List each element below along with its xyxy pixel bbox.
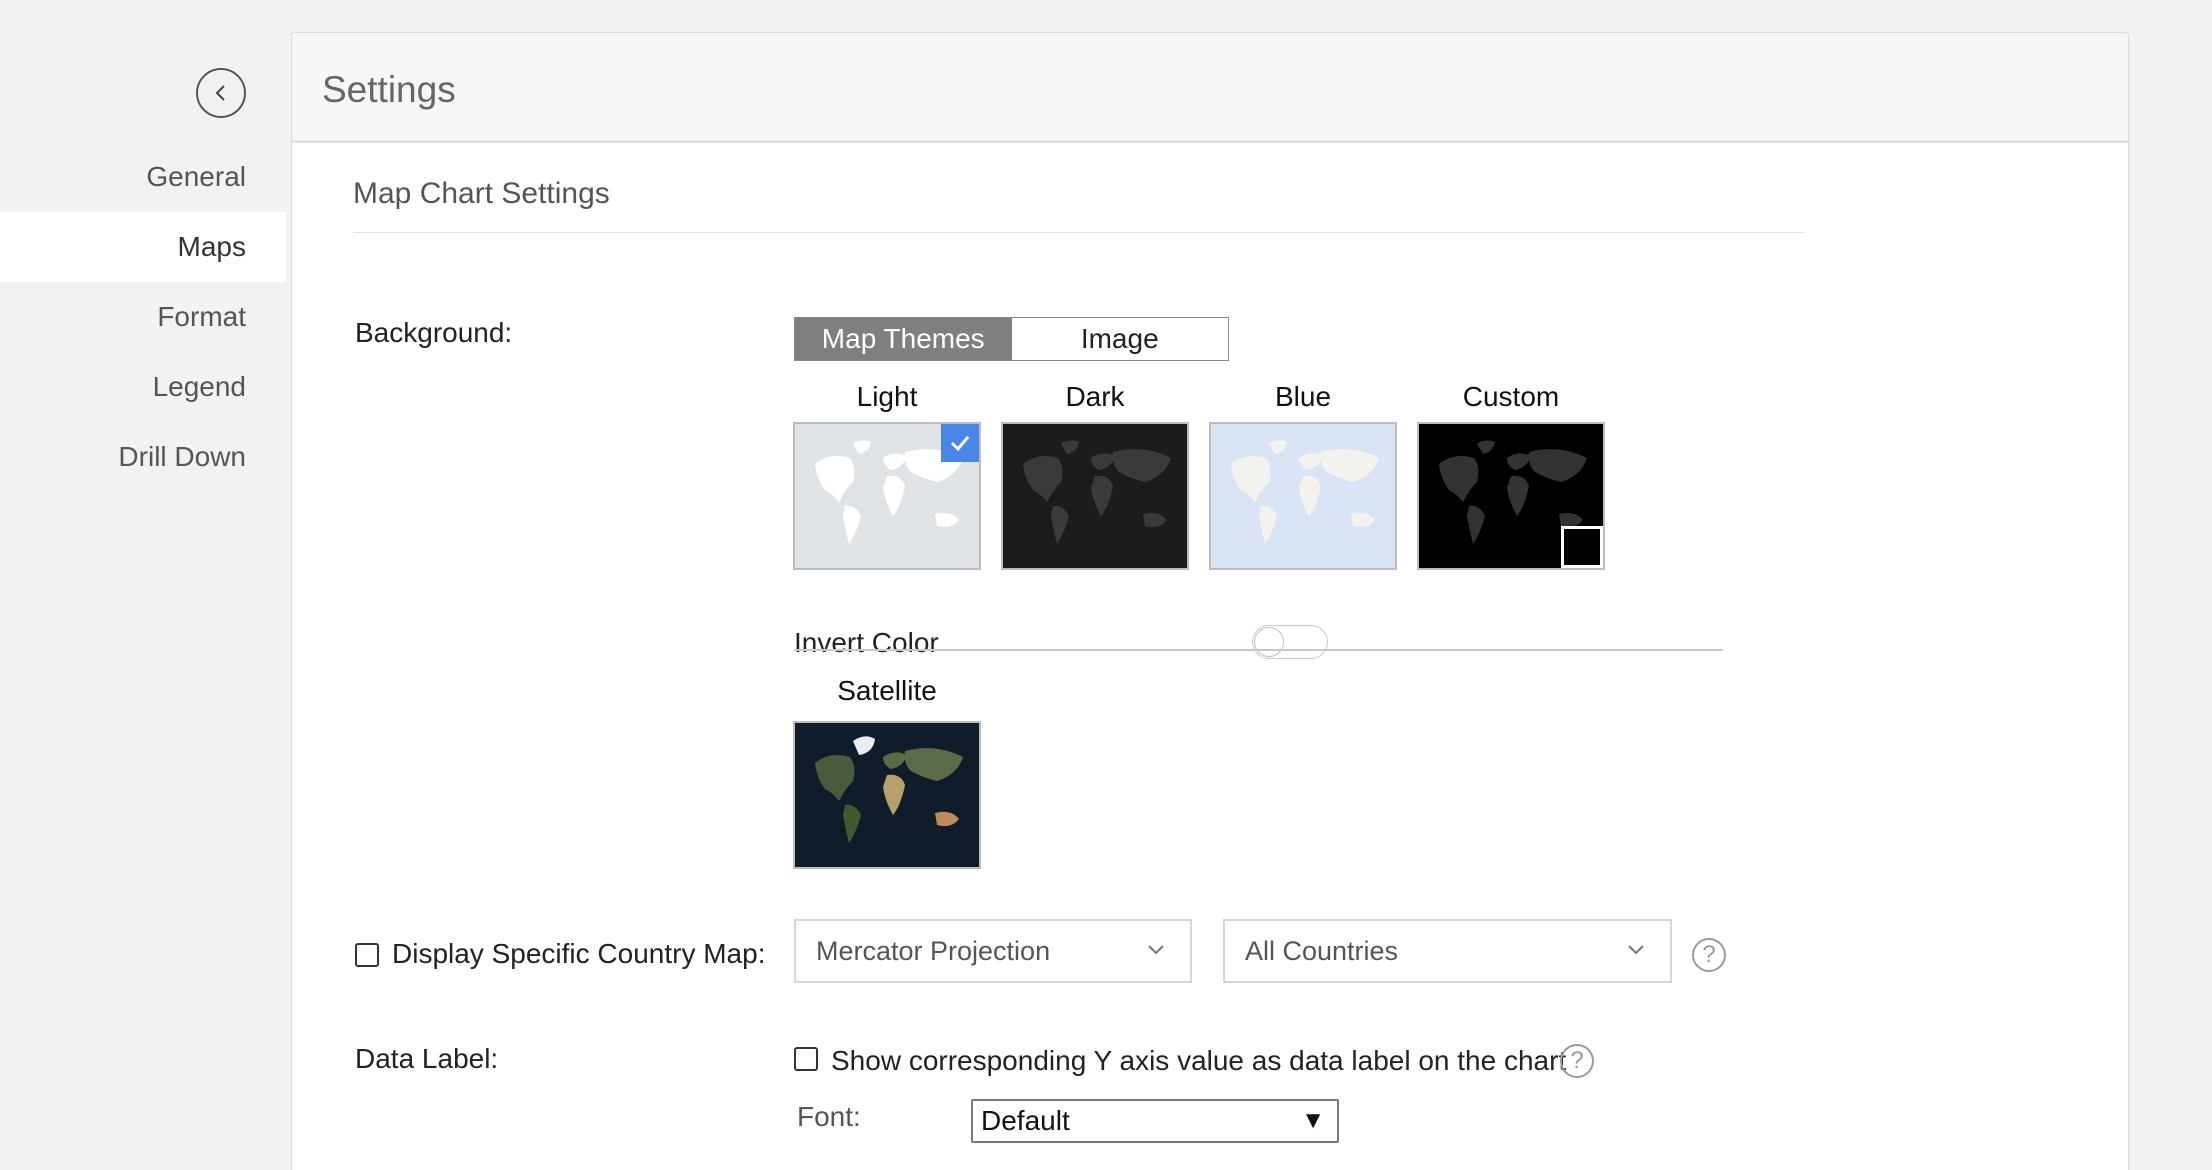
dropdown-arrow-icon: ▼ bbox=[1301, 1107, 1325, 1134]
data-label-label: Data Label: bbox=[355, 1043, 499, 1074]
country-map-checkbox[interactable] bbox=[355, 943, 379, 967]
settings-panel: Settings Map Chart Settings Background: … bbox=[291, 32, 2129, 1170]
sidebar-item-legend[interactable]: Legend bbox=[0, 352, 286, 422]
theme-name-satellite: Satellite bbox=[837, 675, 937, 706]
background-mode-toggle: Map Themes Image bbox=[794, 317, 1229, 361]
back-button[interactable] bbox=[196, 68, 246, 118]
projection-select[interactable]: Mercator Projection bbox=[794, 919, 1192, 983]
projection-value: Mercator Projection bbox=[816, 936, 1051, 966]
show-y-value-label: Show corresponding Y axis value as data … bbox=[831, 1045, 1567, 1076]
font-select[interactable]: Default ▼ bbox=[971, 1099, 1339, 1143]
satellite-map-icon bbox=[795, 723, 979, 867]
sidebar-item-format[interactable]: Format bbox=[0, 282, 286, 352]
selected-check-badge bbox=[941, 424, 979, 462]
section-divider bbox=[353, 232, 1805, 233]
country-map-label: Display Specific Country Map: bbox=[392, 938, 766, 969]
panel-header: Settings bbox=[292, 33, 2128, 143]
tab-map-themes[interactable]: Map Themes bbox=[795, 318, 1012, 360]
theme-tile-light[interactable] bbox=[793, 422, 981, 570]
sidebar-item-maps[interactable]: Maps bbox=[0, 212, 286, 282]
theme-tile-blue[interactable] bbox=[1209, 422, 1397, 570]
sidebar-item-drill-down[interactable]: Drill Down bbox=[0, 422, 286, 492]
theme-divider bbox=[794, 649, 1723, 651]
world-map-icon bbox=[1231, 440, 1379, 544]
chevron-down-icon bbox=[1148, 945, 1164, 955]
tab-image[interactable]: Image bbox=[1011, 318, 1228, 360]
data-label-help-icon[interactable]: ? bbox=[1560, 1044, 1594, 1078]
sidebar-item-general[interactable]: General bbox=[0, 142, 286, 212]
section-title: Map Chart Settings bbox=[353, 177, 610, 210]
chevron-down-icon bbox=[1628, 945, 1644, 955]
toggle-knob bbox=[1254, 627, 1284, 657]
chevron-left-icon bbox=[215, 85, 225, 101]
countries-value: All Countries bbox=[1245, 936, 1399, 966]
theme-name-custom: Custom bbox=[1462, 381, 1560, 412]
country-map-help-icon[interactable]: ? bbox=[1692, 938, 1726, 972]
sidebar: General Maps Format Legend Drill Down bbox=[0, 0, 286, 1170]
theme-tile-satellite[interactable] bbox=[793, 721, 981, 869]
theme-name-dark: Dark bbox=[1065, 381, 1125, 412]
font-label: Font: bbox=[797, 1101, 861, 1132]
show-y-value-checkbox[interactable] bbox=[794, 1047, 818, 1071]
check-icon bbox=[950, 436, 970, 452]
theme-name-light: Light bbox=[856, 381, 918, 412]
custom-color-swatch[interactable] bbox=[1561, 526, 1603, 568]
theme-tile-dark[interactable] bbox=[1001, 422, 1189, 570]
invert-color-toggle[interactable] bbox=[1252, 625, 1328, 659]
countries-select[interactable]: All Countries bbox=[1223, 919, 1672, 983]
theme-tile-custom[interactable] bbox=[1417, 422, 1605, 570]
world-map-icon bbox=[1023, 440, 1171, 544]
invert-color-label: Invert Color bbox=[794, 627, 939, 658]
page-title: Settings bbox=[322, 69, 456, 110]
background-label: Background: bbox=[355, 317, 513, 348]
font-value: Default bbox=[981, 1105, 1070, 1136]
theme-name-blue: Blue bbox=[1274, 381, 1332, 412]
